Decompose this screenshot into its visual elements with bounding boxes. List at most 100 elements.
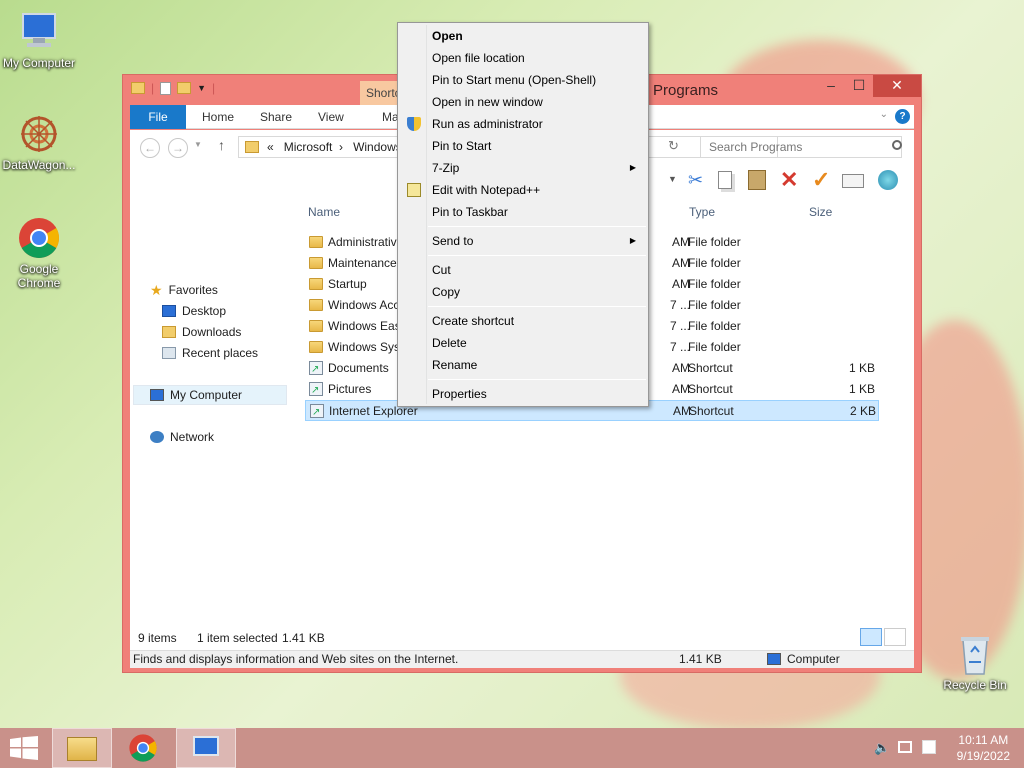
- window-title: Programs: [653, 82, 719, 99]
- file-size: [805, 295, 875, 316]
- chevron-down-icon[interactable]: ▼: [197, 83, 206, 93]
- nav-recent-places[interactable]: Recent places: [162, 343, 258, 363]
- file-size: [805, 337, 875, 358]
- action-center-icon[interactable]: [922, 740, 936, 754]
- menu-item-rename[interactable]: Rename: [400, 354, 646, 376]
- menu-item-7-zip[interactable]: 7-Zip ▶: [400, 157, 646, 179]
- item-description: Finds and displays information and Web s…: [133, 652, 459, 666]
- desktop-icon-label: Recycle Bin: [943, 678, 1007, 692]
- desktop-icon-my-computer[interactable]: My Computer: [1, 10, 77, 70]
- column-header-size[interactable]: Size: [809, 198, 832, 226]
- menu-item-cut[interactable]: Cut: [400, 259, 646, 281]
- desktop-icon-datawagon[interactable]: DataWagon...: [1, 112, 77, 172]
- nav-my-computer[interactable]: My Computer: [133, 385, 287, 405]
- help-icon[interactable]: ?: [895, 109, 910, 124]
- desktop-icon-label: Google Chrome: [17, 262, 61, 290]
- back-button[interactable]: ←: [140, 138, 160, 158]
- tab-share[interactable]: Share: [248, 105, 304, 129]
- address-part[interactable]: Windows: [353, 140, 402, 154]
- menu-item-run-as-administrator[interactable]: Run as administrator: [400, 113, 646, 135]
- menu-separator: [428, 379, 646, 380]
- selection-size: 1.41 KB: [282, 631, 325, 645]
- remote-desktop-icon: [193, 736, 219, 756]
- search-input[interactable]: Search Programs: [700, 136, 902, 158]
- nav-desktop[interactable]: Desktop: [162, 301, 226, 321]
- chrome-icon: [129, 734, 157, 762]
- file-date: 7 ...: [669, 340, 690, 354]
- menu-item-edit-with-notepad[interactable]: Edit with Notepad++: [400, 179, 646, 201]
- file-date: AM: [672, 277, 690, 291]
- item-count: 9 items: [138, 631, 177, 645]
- paste-icon[interactable]: [748, 170, 766, 190]
- menu-item-open-file-location[interactable]: Open file location: [400, 47, 646, 69]
- menu-item-create-shortcut[interactable]: Create shortcut: [400, 310, 646, 332]
- delete-icon[interactable]: ✕: [780, 167, 798, 193]
- computer-icon: [767, 653, 781, 665]
- taskbar-remote-desktop[interactable]: [176, 728, 236, 768]
- recent-places-icon: [162, 347, 176, 359]
- menu-item-delete[interactable]: Delete: [400, 332, 646, 354]
- recent-locations-icon[interactable]: ▼: [194, 140, 202, 149]
- menu-item-open-in-new-window[interactable]: Open in new window: [400, 91, 646, 113]
- nav-network[interactable]: Network: [150, 427, 214, 447]
- menu-item-copy[interactable]: Copy: [400, 281, 646, 303]
- taskbar-chrome[interactable]: [114, 728, 174, 768]
- desktop-icon-recycle-bin[interactable]: Recycle Bin: [937, 632, 1013, 692]
- folder-icon: [309, 341, 323, 353]
- properties-icon[interactable]: [160, 81, 172, 95]
- checkmark-icon[interactable]: ✓: [812, 167, 830, 193]
- clock-time: 10:11 AM: [958, 733, 1009, 747]
- chevron-down-icon[interactable]: ▼: [668, 174, 677, 184]
- menu-item-properties[interactable]: Properties: [400, 383, 646, 405]
- tab-home[interactable]: Home: [190, 105, 246, 129]
- network-status-icon[interactable]: [898, 741, 912, 753]
- menu-item-open[interactable]: Open: [400, 25, 646, 47]
- shortcut-icon: [309, 359, 323, 379]
- refresh-icon[interactable]: ↻: [668, 138, 679, 154]
- column-header-name[interactable]: Name: [308, 198, 340, 226]
- status-bar: 9 items 1 item selected 1.41 KB: [130, 626, 914, 650]
- menu-item-label: Pin to Start menu (Open-Shell): [432, 73, 597, 87]
- close-button[interactable]: ✕: [873, 75, 921, 97]
- chevron-down-icon[interactable]: ⌄: [880, 109, 888, 120]
- tab-view[interactable]: View: [306, 105, 356, 129]
- properties-icon[interactable]: [878, 170, 898, 190]
- tab-file[interactable]: File: [130, 105, 186, 129]
- up-button[interactable]: ↑: [218, 137, 225, 153]
- minimize-button[interactable]: –: [817, 75, 845, 97]
- address-part[interactable]: Microsoft: [284, 140, 333, 154]
- system-clock[interactable]: 10:11 AM 9/19/2022: [957, 732, 1010, 764]
- details-view-button[interactable]: [860, 628, 882, 646]
- navigation-pane: ★ Favorites Desktop Downloads Recent pla…: [130, 196, 295, 626]
- menu-item-pin-to-start[interactable]: Pin to Start: [400, 135, 646, 157]
- menu-item-send-to[interactable]: Send to ▶: [400, 230, 646, 252]
- folder-icon[interactable]: [131, 82, 145, 94]
- rename-icon[interactable]: [842, 174, 864, 188]
- menu-item-pin-to-taskbar[interactable]: Pin to Taskbar: [400, 201, 646, 223]
- cut-icon[interactable]: ✂: [688, 170, 703, 191]
- copy-icon[interactable]: [718, 171, 732, 189]
- file-type: File folder: [688, 256, 741, 270]
- menu-separator: [428, 306, 646, 307]
- maximize-button[interactable]: ☐: [845, 75, 873, 97]
- column-header-type[interactable]: Type: [689, 198, 715, 226]
- address-overflow[interactable]: «: [267, 140, 274, 154]
- nav-label: Favorites: [168, 283, 218, 297]
- context-menu: Open Open file location Pin to Start menu …: [397, 22, 649, 407]
- file-type: Shortcut: [688, 361, 733, 375]
- nav-favorites[interactable]: ★ Favorites: [150, 280, 218, 300]
- menu-item-label: Create shortcut: [432, 314, 515, 328]
- menu-item-pin-to-start-menu-open-shell[interactable]: Pin to Start menu (Open-Shell): [400, 69, 646, 91]
- menu-item-label: Cut: [432, 263, 451, 277]
- new-folder-icon[interactable]: [177, 82, 192, 94]
- large-icons-view-button[interactable]: [884, 628, 906, 646]
- volume-muted-icon[interactable]: 🔈: [874, 740, 890, 756]
- start-button[interactable]: [0, 728, 48, 768]
- taskbar-file-explorer[interactable]: [52, 728, 112, 768]
- file-size: 1 KB: [848, 361, 875, 375]
- file-type: File folder: [688, 235, 741, 249]
- nav-downloads[interactable]: Downloads: [162, 322, 241, 342]
- menu-item-label: Delete: [432, 336, 467, 350]
- forward-button[interactable]: →: [168, 138, 188, 158]
- desktop-icon-google-chrome[interactable]: Google Chrome: [1, 216, 77, 290]
